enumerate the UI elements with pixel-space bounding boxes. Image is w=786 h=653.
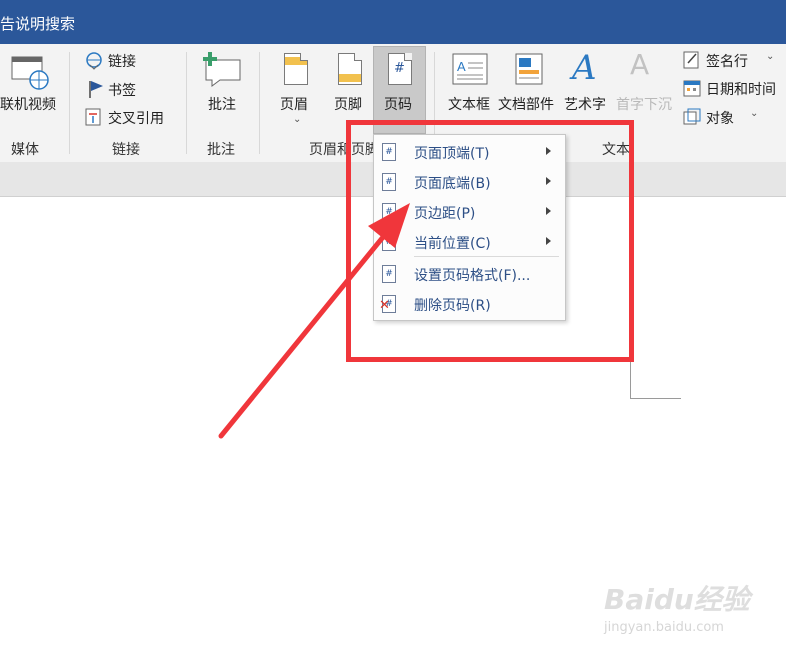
annotation-arrow bbox=[218, 203, 410, 439]
watermark-url: jingyan.baidu.com bbox=[604, 620, 724, 635]
watermark-logo: Baidu经验 bbox=[604, 583, 750, 616]
